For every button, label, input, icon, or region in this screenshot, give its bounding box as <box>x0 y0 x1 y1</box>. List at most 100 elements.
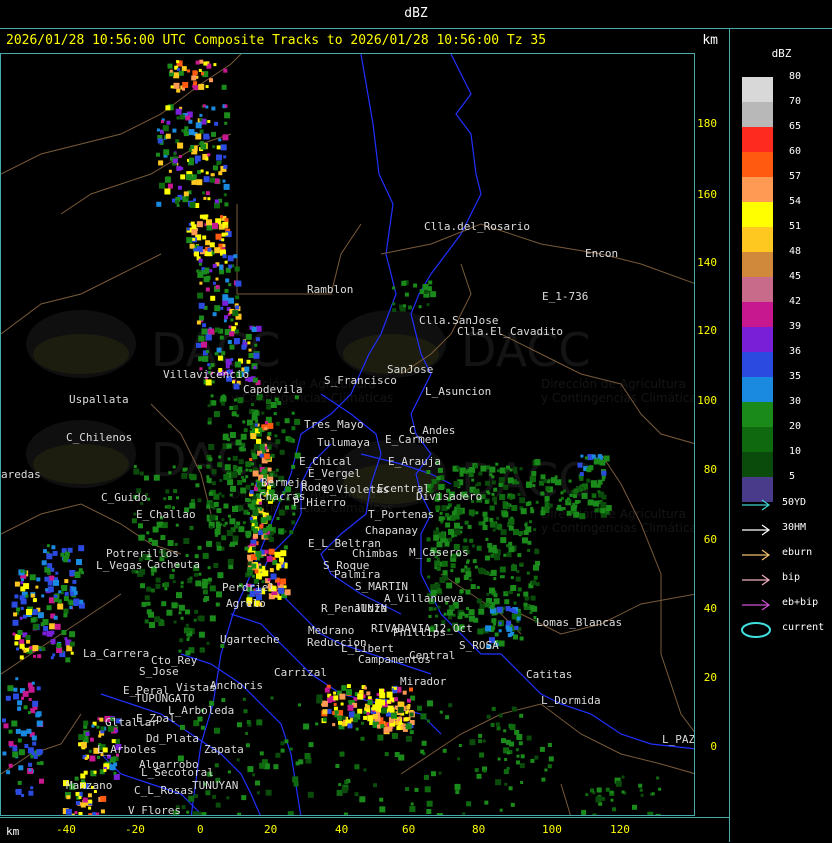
radar-echo <box>549 756 554 761</box>
radar-echo <box>216 603 220 607</box>
radar-echo <box>465 521 469 525</box>
radar-echo <box>344 780 348 784</box>
radar-echo <box>406 736 412 742</box>
radar-echo <box>527 549 530 552</box>
radar-echo <box>445 715 449 719</box>
radar-echo <box>532 484 535 487</box>
radar-echo <box>64 596 69 601</box>
radar-echo <box>533 528 536 531</box>
radar-echo <box>465 571 471 577</box>
radar-echo <box>506 621 511 626</box>
radar-echo <box>208 248 212 252</box>
radar-echo <box>46 553 52 559</box>
radar-echo <box>268 468 272 472</box>
x-tick-label: 80 <box>472 823 485 836</box>
radar-echo <box>258 530 263 535</box>
radar-echo <box>278 588 284 594</box>
radar-echo <box>174 621 177 624</box>
radar-echo <box>632 805 637 810</box>
radar-echo <box>493 545 497 549</box>
radar-echo <box>74 591 78 595</box>
radar-echo <box>32 682 35 685</box>
radar-echo <box>548 743 552 747</box>
radar-echo <box>485 481 490 486</box>
radar-echo <box>601 471 606 476</box>
radar-echo <box>455 515 460 520</box>
radar-echo <box>246 534 250 538</box>
radar-echo <box>540 747 545 752</box>
radar-echo <box>213 165 218 170</box>
radar-echo <box>428 281 432 285</box>
radar-echo <box>213 264 217 268</box>
radar-echo <box>317 694 323 700</box>
radar-echo <box>503 729 506 732</box>
radar-echo <box>469 616 475 622</box>
radar-echo <box>341 703 344 706</box>
y-tick-label: 180 <box>697 117 717 130</box>
radar-echo <box>406 723 412 729</box>
radar-echo <box>501 529 507 535</box>
radar-echo <box>76 792 80 796</box>
radar-echo <box>212 481 216 485</box>
radar-echo <box>389 718 394 723</box>
radar-echo <box>569 494 572 497</box>
radar-echo <box>228 457 231 460</box>
radar-echo <box>656 777 659 780</box>
radar-echo <box>305 753 311 759</box>
radar-echo <box>259 763 265 769</box>
radar-echo <box>21 598 27 604</box>
radar-echo <box>229 331 234 336</box>
radar-echo <box>228 770 231 773</box>
radar-echo <box>519 497 525 503</box>
radar-echo <box>215 534 218 537</box>
radar-echo <box>247 720 251 724</box>
radar-echo <box>176 60 179 63</box>
radar-echo <box>199 632 205 638</box>
radar-echo <box>420 750 424 754</box>
radar-echo <box>433 607 436 610</box>
radar-echo <box>516 734 522 740</box>
radar-echo <box>342 716 346 720</box>
radar-echo <box>447 517 451 521</box>
radar-echo <box>149 622 155 628</box>
radar-echo <box>527 501 531 505</box>
track-label: 30HM <box>782 522 806 533</box>
radar-echo <box>42 631 46 635</box>
radar-echo <box>480 466 486 472</box>
radar-echo <box>284 585 287 588</box>
radar-echo <box>36 749 42 755</box>
radar-echo <box>169 574 174 579</box>
radar-echo <box>81 571 84 574</box>
radar-echo <box>479 753 484 758</box>
radar-echo <box>435 505 440 510</box>
radar-map[interactable]: DACCDirección de Agriculturay Contingenc… <box>0 53 695 816</box>
radar-echo <box>253 471 259 477</box>
radar-echo <box>510 494 515 499</box>
radar-echo <box>569 480 572 483</box>
radar-echo <box>204 251 209 256</box>
radar-echo <box>209 269 212 272</box>
radar-echo <box>485 602 490 607</box>
radar-echo <box>254 344 257 347</box>
radar-echo <box>284 739 288 743</box>
radar-echo <box>169 170 172 173</box>
radar-echo <box>516 748 519 751</box>
radar-echo <box>163 497 166 500</box>
radar-echo <box>18 781 22 785</box>
radar-echo <box>282 429 286 433</box>
radar-echo <box>179 71 184 76</box>
radar-echo <box>580 488 583 491</box>
radar-echo <box>492 707 496 711</box>
radar-echo <box>277 583 280 586</box>
radar-echo <box>456 581 459 584</box>
radar-echo <box>496 722 500 726</box>
radar-echo <box>487 715 491 719</box>
radar-echo <box>225 289 229 293</box>
radar-echo <box>276 567 279 570</box>
radar-echo <box>518 493 521 496</box>
radar-echo <box>291 465 295 469</box>
radar-echo <box>457 466 460 469</box>
radar-echo <box>498 758 501 761</box>
radar-echo <box>233 254 237 258</box>
radar-echo <box>221 518 224 521</box>
